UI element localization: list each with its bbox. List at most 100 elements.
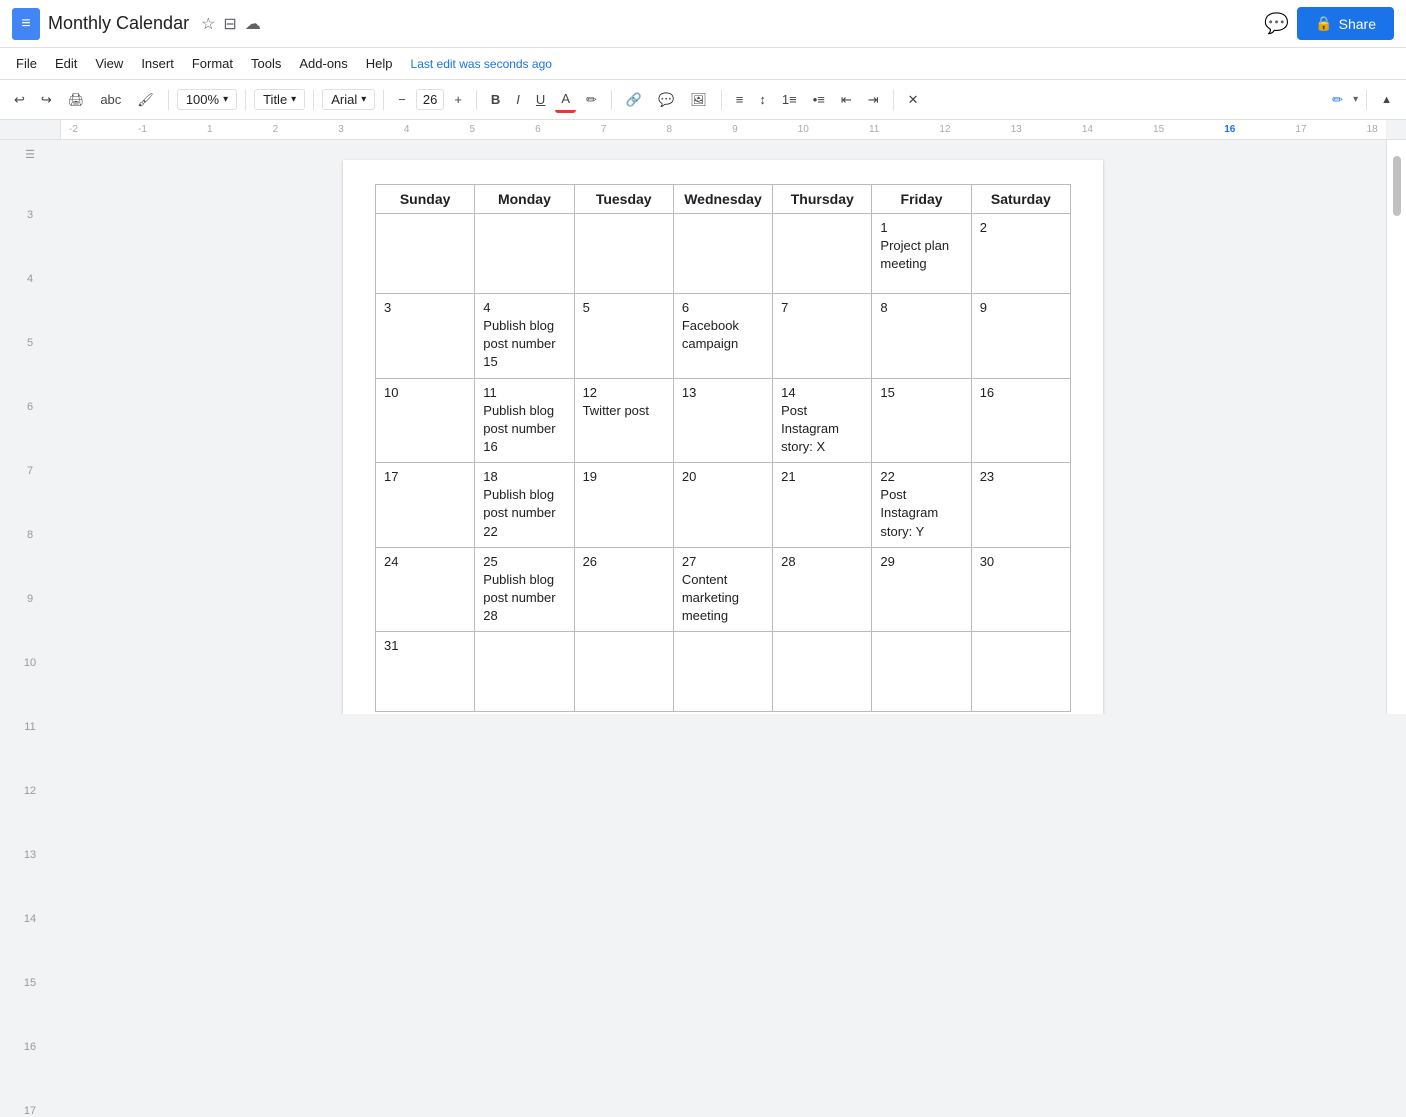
italic-button[interactable]: I bbox=[510, 88, 526, 111]
calendar-cell-1-2: 5 bbox=[574, 294, 673, 379]
day-number: 9 bbox=[980, 300, 1062, 315]
chat-icon[interactable]: 💬 bbox=[1264, 11, 1289, 36]
menu-edit[interactable]: Edit bbox=[47, 52, 85, 75]
calendar-cell-5-5 bbox=[872, 632, 971, 712]
share-button[interactable]: 🔒 Share bbox=[1297, 7, 1394, 40]
line-num-7: 7 bbox=[27, 465, 33, 477]
image-button[interactable]: 🖼 bbox=[684, 88, 713, 112]
calendar-cell-1-0: 3 bbox=[376, 294, 475, 379]
font-size-input[interactable]: 26 bbox=[416, 89, 444, 110]
style-chevron: ▾ bbox=[291, 94, 296, 105]
calendar-cell-3-1: 18Publish blog post number 22 bbox=[475, 463, 574, 548]
line-num-13: 13 bbox=[24, 849, 36, 861]
doc-area: Sunday Monday Tuesday Wednesday Thursday… bbox=[60, 140, 1386, 714]
bulleted-list-button[interactable]: •≡ bbox=[807, 88, 831, 111]
redo-button[interactable]: ↪ bbox=[35, 88, 58, 112]
day-number: 17 bbox=[384, 469, 466, 484]
menu-file[interactable]: File bbox=[8, 52, 45, 75]
day-number: 8 bbox=[880, 300, 962, 315]
print-button[interactable]: 🖨 bbox=[62, 88, 91, 112]
text-color-button[interactable]: A bbox=[555, 87, 576, 113]
sidebar-icon: ☰ bbox=[25, 148, 35, 161]
day-number: 4 bbox=[483, 300, 565, 315]
indent-less-button[interactable]: ⇤ bbox=[835, 88, 858, 112]
style-selector[interactable]: Title ▾ bbox=[254, 89, 305, 110]
doc-icon: ≡ bbox=[12, 8, 40, 40]
day-number: 1 bbox=[880, 220, 962, 235]
event-text: Post Instagram story: X bbox=[781, 402, 863, 457]
calendar-cell-0-0 bbox=[376, 214, 475, 294]
highlight-button[interactable]: ✏ bbox=[580, 88, 603, 112]
align-button[interactable]: ≡ bbox=[730, 88, 750, 111]
calendar-cell-3-4: 21 bbox=[773, 463, 872, 548]
scrollbar-thumb[interactable] bbox=[1393, 156, 1401, 216]
day-number: 24 bbox=[384, 554, 466, 569]
menu-addons[interactable]: Add-ons bbox=[291, 52, 355, 75]
calendar-cell-4-2: 26 bbox=[574, 547, 673, 632]
main-layout: ☰ 3 4 5 6 7 8 9 10 11 12 13 14 15 16 17 … bbox=[0, 140, 1406, 714]
font-selector[interactable]: Arial ▾ bbox=[322, 89, 375, 110]
menu-insert[interactable]: Insert bbox=[133, 52, 182, 75]
menu-help[interactable]: Help bbox=[358, 52, 401, 75]
cloud-icon[interactable]: ☁ bbox=[245, 14, 261, 34]
folder-icon[interactable]: ⊟ bbox=[223, 14, 236, 34]
comment-button[interactable]: 💬 bbox=[652, 88, 680, 112]
calendar-cell-5-3 bbox=[673, 632, 772, 712]
spell-check-button[interactable]: abc bbox=[94, 88, 127, 111]
calendar-cell-1-6: 9 bbox=[971, 294, 1070, 379]
numbered-list-button[interactable]: 1≡ bbox=[776, 88, 803, 111]
calendar-cell-3-3: 20 bbox=[673, 463, 772, 548]
paint-format-button[interactable]: 🖌 bbox=[131, 88, 160, 112]
link-button[interactable]: 🔗 bbox=[620, 88, 648, 112]
menu-tools[interactable]: Tools bbox=[243, 52, 289, 75]
clear-format-button[interactable]: ✕ bbox=[902, 88, 925, 112]
day-number: 22 bbox=[880, 469, 962, 484]
expand-button[interactable]: ▲ bbox=[1375, 90, 1398, 110]
event-text: Publish blog post number 28 bbox=[483, 571, 565, 626]
calendar-cell-2-4: 14Post Instagram story: X bbox=[773, 378, 872, 463]
line-num-10: 10 bbox=[24, 657, 36, 669]
font-size-minus-button[interactable]: − bbox=[392, 88, 412, 111]
calendar-cell-2-0: 10 bbox=[376, 378, 475, 463]
calendar-cell-4-3: 27Content marketing meeting bbox=[673, 547, 772, 632]
undo-button[interactable]: ↩ bbox=[8, 88, 31, 112]
star-icon[interactable]: ☆ bbox=[201, 14, 215, 34]
calendar-cell-0-2 bbox=[574, 214, 673, 294]
event-text: Facebook campaign bbox=[682, 317, 764, 353]
line-spacing-button[interactable]: ↕ bbox=[753, 88, 772, 111]
day-number: 23 bbox=[980, 469, 1062, 484]
calendar-cell-5-4 bbox=[773, 632, 872, 712]
calendar-cell-5-1 bbox=[475, 632, 574, 712]
calendar-cell-4-1: 25 Publish blog post number 28 bbox=[475, 547, 574, 632]
line-num-6: 6 bbox=[27, 401, 33, 413]
calendar-cell-0-3 bbox=[673, 214, 772, 294]
calendar-cell-0-5: 1Project plan meeting bbox=[872, 214, 971, 294]
calendar-cell-2-1: 11Publish blog post number 16 bbox=[475, 378, 574, 463]
header-saturday: Saturday bbox=[971, 185, 1070, 214]
header-sunday: Sunday bbox=[376, 185, 475, 214]
day-number: 16 bbox=[980, 385, 1062, 400]
indent-more-button[interactable]: ⇥ bbox=[862, 88, 885, 112]
ruler: -2-1123456789101112131415161718 bbox=[60, 120, 1386, 139]
day-number: 25 bbox=[483, 554, 565, 569]
calendar-cell-0-1 bbox=[475, 214, 574, 294]
pen-button[interactable]: ✏ bbox=[1326, 88, 1349, 112]
bold-button[interactable]: B bbox=[485, 88, 506, 111]
line-num-14: 14 bbox=[24, 913, 36, 925]
header-tuesday: Tuesday bbox=[574, 185, 673, 214]
day-number: 30 bbox=[980, 554, 1062, 569]
menu-format[interactable]: Format bbox=[184, 52, 241, 75]
day-number: 2 bbox=[980, 220, 1062, 235]
menu-view[interactable]: View bbox=[87, 52, 131, 75]
day-number: 31 bbox=[384, 638, 466, 653]
calendar-cell-2-3: 13 bbox=[673, 378, 772, 463]
font-size-plus-button[interactable]: + bbox=[448, 88, 468, 111]
page: Sunday Monday Tuesday Wednesday Thursday… bbox=[343, 160, 1103, 714]
underline-button[interactable]: U bbox=[530, 88, 551, 111]
calendar-row-2: 1011Publish blog post number 1612Twitter… bbox=[376, 378, 1071, 463]
day-number: 6 bbox=[682, 300, 764, 315]
sidebar: ☰ 3 4 5 6 7 8 9 10 11 12 13 14 15 16 17 bbox=[0, 140, 60, 714]
day-number: 7 bbox=[781, 300, 863, 315]
zoom-selector[interactable]: 100% ▾ bbox=[177, 89, 237, 110]
right-panel bbox=[1386, 140, 1406, 714]
